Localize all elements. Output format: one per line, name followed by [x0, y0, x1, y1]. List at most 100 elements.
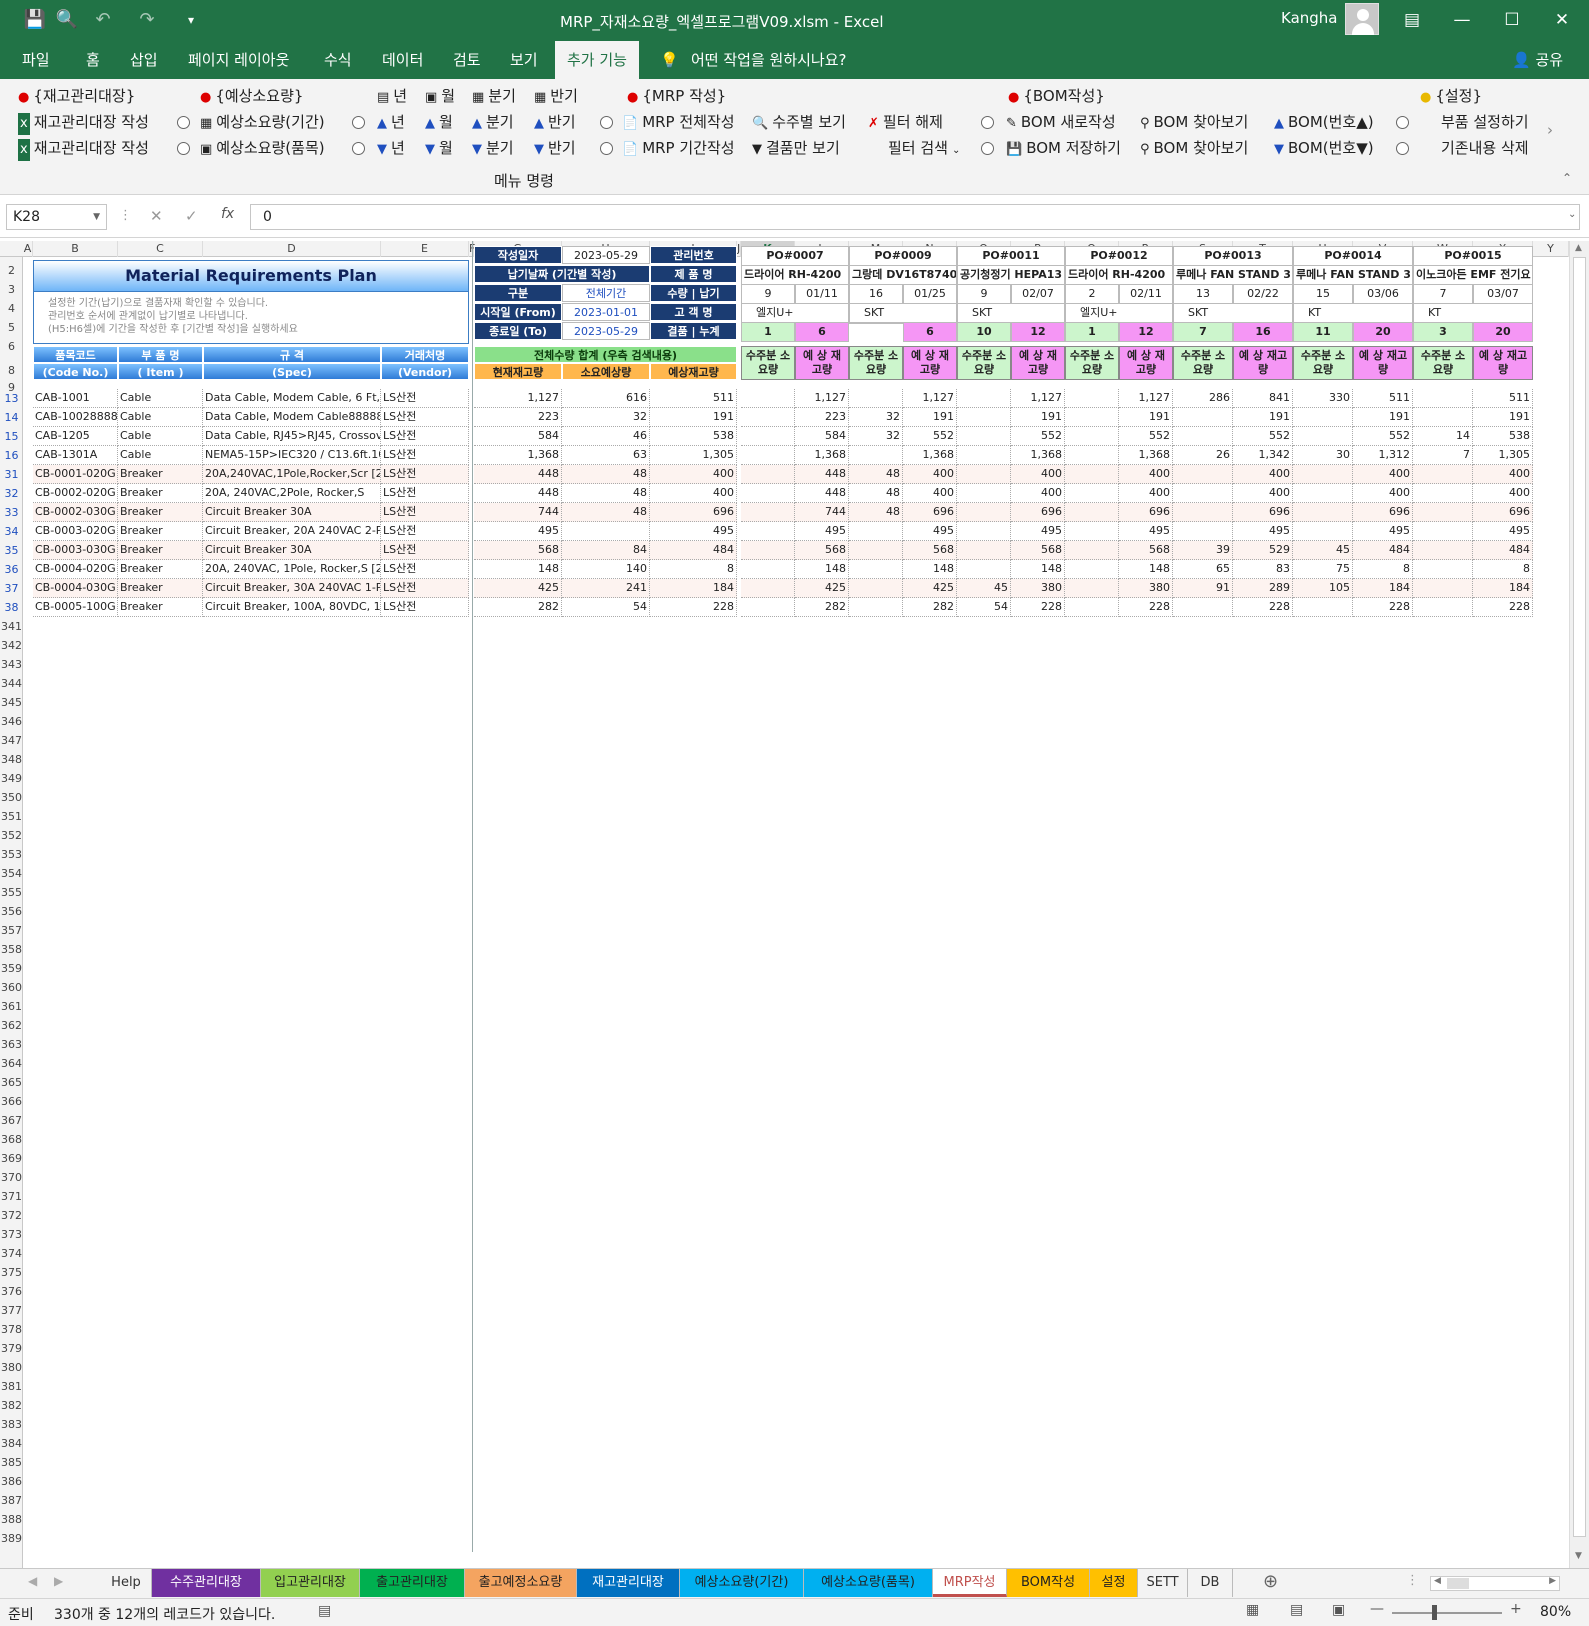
row-header[interactable]: 371 [0, 1187, 23, 1206]
table-cell-order-expected[interactable]: 425 [903, 579, 957, 598]
month-button[interactable]: ▣ 월 [425, 85, 455, 107]
table-cell-order-required[interactable] [741, 503, 795, 522]
table-cell-current-stock[interactable]: 495 [474, 522, 562, 541]
table-cell-order-required[interactable] [741, 579, 795, 598]
row-header[interactable]: 375 [0, 1263, 23, 1282]
table-cell-order-required[interactable] [957, 408, 1011, 427]
table-cell-order-expected[interactable]: 400 [1233, 484, 1293, 503]
table-cell-current-stock[interactable]: 744 [474, 503, 562, 522]
table-cell-vendor[interactable]: LS산전 [381, 503, 469, 522]
table-cell-order-expected[interactable]: 400 [1011, 465, 1065, 484]
table-cell-order-required[interactable] [741, 541, 795, 560]
table-cell-order-expected[interactable]: 1,127 [795, 389, 849, 408]
table-cell-order-required[interactable]: 48 [849, 465, 903, 484]
table-cell-order-required[interactable] [1293, 408, 1353, 427]
table-cell-expected[interactable]: 1,305 [650, 446, 737, 465]
table-cell-code[interactable]: CB-0002-020G [33, 484, 118, 503]
table-cell-order-expected[interactable]: 448 [795, 465, 849, 484]
table-cell-order-expected[interactable]: 495 [795, 522, 849, 541]
table-cell-order-expected[interactable]: 584 [795, 427, 849, 446]
table-cell-order-expected[interactable]: 568 [795, 541, 849, 560]
table-cell-order-expected[interactable]: 495 [1353, 522, 1413, 541]
table-cell-required[interactable]: 48 [562, 465, 650, 484]
table-cell-order-expected[interactable]: 184 [1353, 579, 1413, 598]
table-cell-order-required[interactable] [849, 560, 903, 579]
row-header[interactable]: 376 [0, 1282, 23, 1301]
division-value[interactable]: 전체기간 [562, 284, 650, 302]
mrp-period-button[interactable]: 📄 MRP 기간작성 [622, 137, 735, 159]
table-cell-order-expected[interactable]: 191 [1233, 408, 1293, 427]
row-header[interactable]: 6 [0, 338, 23, 355]
bom-asc-button[interactable]: ▲ BOM(번호▲) [1274, 111, 1374, 133]
row-header[interactable]: 14 [0, 408, 23, 427]
table-cell-order-required[interactable] [1065, 579, 1119, 598]
column-header-e[interactable]: E [381, 241, 469, 257]
column-header-d[interactable]: D [203, 241, 381, 257]
half-button[interactable]: ▦ 반기 [534, 85, 578, 107]
table-cell-order-expected[interactable]: 228 [1119, 598, 1173, 617]
worksheet-grid[interactable]: ABCDEFGHIJKLMNOPQRSTUVWXY 23456891314151… [0, 241, 1589, 1568]
table-cell-item[interactable]: Breaker [118, 484, 203, 503]
normal-view-icon[interactable]: ▦ [1246, 1602, 1259, 1618]
table-cell-current-stock[interactable]: 568 [474, 541, 562, 560]
row-header[interactable]: 344 [0, 674, 23, 693]
filter-search-dropdown[interactable]: 필터 검색 ⌄ [888, 137, 964, 159]
table-cell-order-expected[interactable]: 228 [1473, 598, 1533, 617]
table-cell-order-required[interactable]: 75 [1293, 560, 1353, 579]
column-header-b[interactable]: B [33, 241, 118, 257]
sheet-tab[interactable]: BOM작성 [1007, 1569, 1090, 1597]
order-number[interactable]: PO#0013 [1173, 246, 1293, 266]
function-icon[interactable]: fx [221, 206, 234, 222]
row-header[interactable]: 363 [0, 1035, 23, 1054]
table-cell-order-expected[interactable]: 228 [1353, 598, 1413, 617]
row-header[interactable]: 4 [0, 300, 23, 317]
tab-review[interactable]: 검토 [453, 41, 481, 79]
filter-clear-button[interactable]: ✗ 필터 해제 [868, 111, 943, 133]
table-cell-order-required[interactable] [1413, 560, 1473, 579]
order-number[interactable]: PO#0014 [1293, 246, 1413, 266]
table-cell-order-expected[interactable]: 841 [1233, 389, 1293, 408]
table-cell-order-expected[interactable]: 148 [795, 560, 849, 579]
table-cell-order-expected[interactable]: 538 [1473, 427, 1533, 446]
row-header[interactable]: 37 [0, 579, 23, 598]
table-cell-order-required[interactable] [1173, 408, 1233, 427]
table-cell-order-required[interactable] [957, 522, 1011, 541]
table-cell-order-required[interactable] [1293, 427, 1353, 446]
scroll-right-icon[interactable]: › [1547, 119, 1553, 141]
sheet-tab[interactable]: 출고예정소요량 [465, 1569, 577, 1597]
table-cell-order-required[interactable] [1173, 465, 1233, 484]
row-header[interactable]: 38 [0, 598, 23, 617]
table-cell-order-expected[interactable]: 1,127 [903, 389, 957, 408]
column-header-a[interactable]: A [23, 241, 33, 257]
sheet-tab[interactable]: Help [101, 1569, 152, 1597]
table-cell-spec[interactable]: Circuit Breaker, 20A 240VAC 2-Po [203, 522, 381, 541]
table-cell-required[interactable]: 32 [562, 408, 650, 427]
table-cell-order-required[interactable] [849, 598, 903, 617]
add-sheet-icon[interactable]: ⊕ [1263, 1571, 1278, 1592]
table-header-code-en[interactable]: (Code No.) [33, 363, 118, 380]
enter-icon[interactable]: ✓ [185, 207, 198, 225]
table-cell-vendor[interactable]: LS산전 [381, 427, 469, 446]
table-cell-order-expected[interactable]: 400 [1473, 465, 1533, 484]
radio-option[interactable] [981, 116, 994, 129]
current-stock-header[interactable]: 현재재고량 [474, 363, 562, 380]
table-cell-code[interactable]: CB-0001-020G [33, 465, 118, 484]
table-cell-order-required[interactable] [1173, 503, 1233, 522]
row-header[interactable]: 349 [0, 769, 23, 788]
formula-input[interactable]: 0 [250, 204, 1580, 230]
scroll-right-icon[interactable]: ▶ [1549, 1576, 1556, 1586]
table-cell-current-stock[interactable]: 223 [474, 408, 562, 427]
sheet-tab[interactable]: 입고관리대장 [261, 1569, 360, 1597]
table-header-spec[interactable]: 규 격 [203, 346, 381, 363]
table-cell-order-required[interactable] [1413, 579, 1473, 598]
row-header[interactable]: 352 [0, 826, 23, 845]
table-cell-order-required[interactable] [1065, 408, 1119, 427]
table-cell-expected[interactable]: 228 [650, 598, 737, 617]
half-up-button[interactable]: ▲ 반기 [534, 111, 576, 133]
table-cell-order-required[interactable]: 14 [1413, 427, 1473, 446]
row-header[interactable]: 36 [0, 560, 23, 579]
table-cell-required[interactable]: 48 [562, 503, 650, 522]
table-header-item[interactable]: 부 품 명 [118, 346, 203, 363]
required-qty-header[interactable]: 소요예상량 [562, 363, 650, 380]
sheet-tab[interactable]: 재고관리대장 [577, 1569, 680, 1597]
